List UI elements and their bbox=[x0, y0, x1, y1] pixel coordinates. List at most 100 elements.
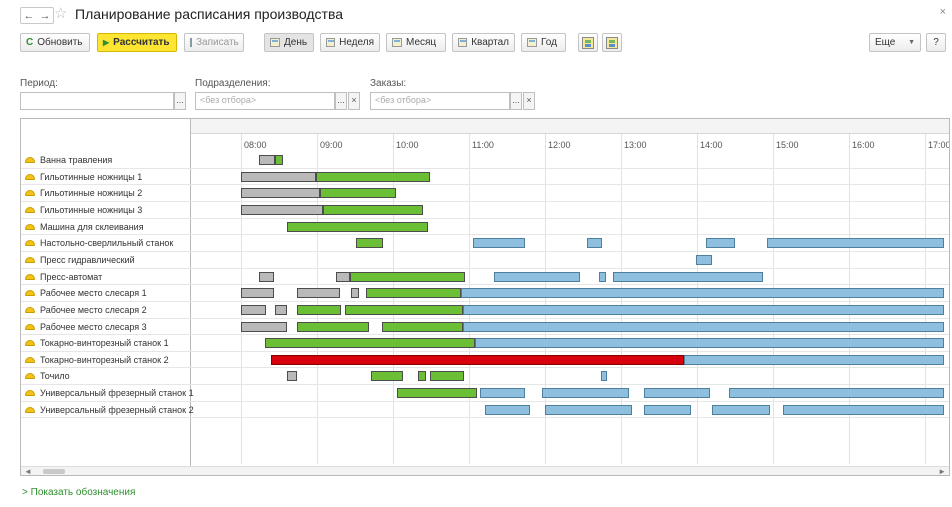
task-bar[interactable] bbox=[241, 171, 316, 182]
task-bar[interactable] bbox=[349, 271, 466, 282]
orders-select-button[interactable]: ... bbox=[510, 92, 522, 110]
resource-row-label[interactable]: Рабочее место слесаря 1 bbox=[25, 285, 147, 301]
resource-row-label[interactable]: Настольно-сверлильный станок bbox=[25, 235, 173, 251]
horizontal-scrollbar[interactable]: ◄ ► bbox=[21, 466, 949, 475]
task-bar[interactable] bbox=[275, 304, 287, 315]
task-bar[interactable] bbox=[296, 321, 369, 332]
task-bar[interactable] bbox=[586, 238, 602, 249]
calculate-button[interactable]: ▶ Рассчитать bbox=[97, 33, 177, 52]
task-bar[interactable] bbox=[336, 271, 350, 282]
task-bar[interactable] bbox=[315, 171, 430, 182]
day-button[interactable]: День bbox=[264, 33, 314, 52]
task-bar[interactable] bbox=[371, 371, 404, 382]
task-bar[interactable] bbox=[319, 188, 396, 199]
period-input[interactable] bbox=[20, 92, 174, 110]
task-bar[interactable] bbox=[695, 254, 713, 265]
task-bar[interactable] bbox=[462, 304, 944, 315]
task-bar[interactable] bbox=[381, 321, 463, 332]
resource-row-label[interactable]: Гильотинные ножницы 2 bbox=[25, 185, 142, 201]
task-bar[interactable] bbox=[356, 238, 383, 249]
scroll-left-icon[interactable]: ◄ bbox=[24, 467, 32, 475]
collapse-gantt-button[interactable] bbox=[602, 33, 622, 52]
task-bar[interactable] bbox=[265, 338, 476, 349]
scroll-right-icon[interactable]: ► bbox=[938, 467, 946, 475]
task-bar[interactable] bbox=[472, 238, 525, 249]
task-bar[interactable] bbox=[241, 204, 324, 215]
resource-row-label[interactable]: Точило bbox=[25, 368, 70, 384]
resource-row-label[interactable]: Универсальный фрезерный станок 1 bbox=[25, 385, 194, 401]
task-bar[interactable] bbox=[728, 388, 944, 399]
resource-row-label[interactable]: Рабочее место слесаря 2 bbox=[25, 302, 147, 318]
resource-row-label[interactable]: Гильотинные ножницы 1 bbox=[25, 169, 142, 185]
divisions-select-button[interactable]: ... bbox=[335, 92, 347, 110]
task-bar[interactable] bbox=[684, 354, 944, 365]
task-bar[interactable] bbox=[344, 304, 463, 315]
resource-row-label[interactable]: Универсальный фрезерный станок 2 bbox=[25, 402, 194, 418]
task-bar[interactable] bbox=[613, 271, 763, 282]
expand-gantt-button[interactable] bbox=[578, 33, 598, 52]
task-bar[interactable] bbox=[643, 388, 710, 399]
task-bar[interactable] bbox=[485, 404, 530, 415]
resource-row-label[interactable]: Гильотинные ножницы 3 bbox=[25, 202, 142, 218]
task-bar[interactable] bbox=[480, 388, 525, 399]
task-bar[interactable] bbox=[396, 388, 477, 399]
year-button[interactable]: Год bbox=[521, 33, 566, 52]
close-icon[interactable]: × bbox=[940, 6, 946, 18]
more-menu-button[interactable]: Еще ▼ bbox=[869, 33, 921, 52]
task-bar[interactable] bbox=[705, 238, 735, 249]
task-bar[interactable] bbox=[418, 371, 426, 382]
favorite-star-icon[interactable]: ☆ bbox=[54, 6, 67, 22]
task-bar[interactable] bbox=[241, 288, 274, 299]
task-bar[interactable] bbox=[275, 155, 283, 165]
quarter-button[interactable]: Квартал bbox=[452, 33, 515, 52]
week-button[interactable]: Неделя bbox=[320, 33, 380, 52]
task-bar[interactable] bbox=[286, 371, 297, 382]
task-bar[interactable] bbox=[258, 155, 276, 165]
task-bar[interactable] bbox=[286, 221, 429, 232]
month-button[interactable]: Месяц bbox=[386, 33, 446, 52]
task-bar[interactable] bbox=[783, 404, 944, 415]
refresh-button[interactable]: C Обновить bbox=[20, 33, 90, 52]
task-bar[interactable] bbox=[271, 354, 685, 365]
task-bar[interactable] bbox=[323, 204, 424, 215]
task-bar[interactable] bbox=[494, 271, 581, 282]
divisions-clear-button[interactable]: × bbox=[348, 92, 360, 110]
help-button[interactable]: ? bbox=[926, 33, 946, 52]
resource-row-label[interactable]: Ванна травления bbox=[25, 152, 112, 168]
task-bar[interactable] bbox=[643, 404, 691, 415]
orders-clear-button[interactable]: × bbox=[523, 92, 535, 110]
back-arrow-icon[interactable]: ← bbox=[24, 10, 35, 22]
task-bar[interactable] bbox=[542, 388, 629, 399]
show-legend-link[interactable]: > Показать обозначения bbox=[22, 487, 135, 498]
task-bar[interactable] bbox=[351, 288, 359, 299]
task-bar[interactable] bbox=[600, 371, 608, 382]
task-bar[interactable] bbox=[241, 188, 320, 199]
task-bar[interactable] bbox=[461, 288, 944, 299]
task-bar[interactable] bbox=[258, 271, 274, 282]
orders-input[interactable]: <без отбора> bbox=[370, 92, 510, 110]
forward-arrow-icon[interactable]: → bbox=[40, 10, 51, 22]
task-bar[interactable] bbox=[462, 321, 944, 332]
task-bar[interactable] bbox=[296, 304, 342, 315]
scroll-thumb[interactable] bbox=[43, 469, 65, 474]
task-bar[interactable] bbox=[241, 304, 267, 315]
period-select-button[interactable]: ... bbox=[174, 92, 186, 110]
resource-row-label[interactable]: Токарно-винторезный станок 1 bbox=[25, 335, 169, 351]
divisions-input[interactable]: <без отбора> bbox=[195, 92, 335, 110]
resource-row-label[interactable]: Пресс-автомат bbox=[25, 269, 102, 285]
resource-row-label[interactable]: Токарно-винторезный станок 2 bbox=[25, 352, 169, 368]
resource-row-label[interactable]: Рабочее место слесаря 3 bbox=[25, 319, 147, 335]
resource-row-label[interactable]: Пресс гидравлический bbox=[25, 252, 135, 268]
task-bar[interactable] bbox=[766, 238, 944, 249]
task-bar[interactable] bbox=[712, 404, 771, 415]
task-bar[interactable] bbox=[599, 271, 606, 282]
task-bar[interactable] bbox=[296, 288, 340, 299]
resource-icon bbox=[25, 406, 35, 413]
task-bar[interactable] bbox=[429, 371, 464, 382]
task-bar[interactable] bbox=[475, 338, 944, 349]
task-bar[interactable] bbox=[241, 321, 287, 332]
task-bar[interactable] bbox=[366, 288, 462, 299]
save-button[interactable]: Записать bbox=[184, 33, 244, 52]
resource-row-label[interactable]: Машина для склеивания bbox=[25, 219, 144, 235]
task-bar[interactable] bbox=[545, 404, 633, 415]
